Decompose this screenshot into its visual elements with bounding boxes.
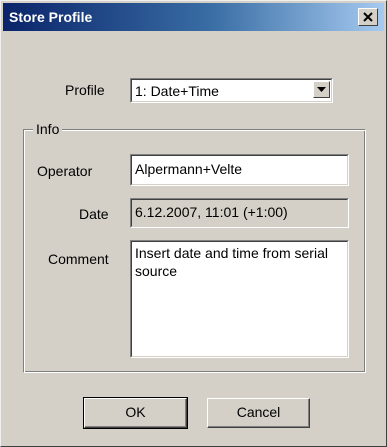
window-title: Store Profile (9, 9, 93, 25)
title-bar[interactable]: Store Profile (3, 3, 384, 31)
store-profile-dialog: Store Profile Profile 1: Date+Time Info … (0, 0, 387, 447)
profile-select-value: 1: Date+Time (135, 83, 219, 99)
close-button[interactable] (358, 8, 378, 26)
comment-label: Comment (48, 251, 109, 267)
operator-input[interactable]: Alpermann+Velte (130, 154, 349, 186)
date-label: Date (79, 206, 109, 222)
date-field: 6.12.2007, 11:01 (+1:00) (130, 198, 349, 228)
cancel-button[interactable]: Cancel (207, 398, 310, 428)
profile-dropdown-button[interactable] (313, 81, 330, 98)
comment-textarea[interactable]: Insert date and time from serial source (130, 240, 349, 358)
chevron-down-icon (317, 87, 326, 92)
operator-label: Operator (37, 163, 93, 179)
close-icon (363, 12, 373, 22)
operator-input-value: Alpermann+Velte (135, 161, 243, 177)
profile-select[interactable]: 1: Date+Time (130, 78, 333, 103)
ok-button[interactable]: OK (83, 397, 188, 429)
info-group-label: Info (33, 121, 63, 137)
date-field-value: 6.12.2007, 11:01 (+1:00) (135, 204, 288, 220)
comment-textarea-value: Insert date and time from serial source (135, 245, 328, 279)
profile-label: Profile (65, 82, 105, 98)
